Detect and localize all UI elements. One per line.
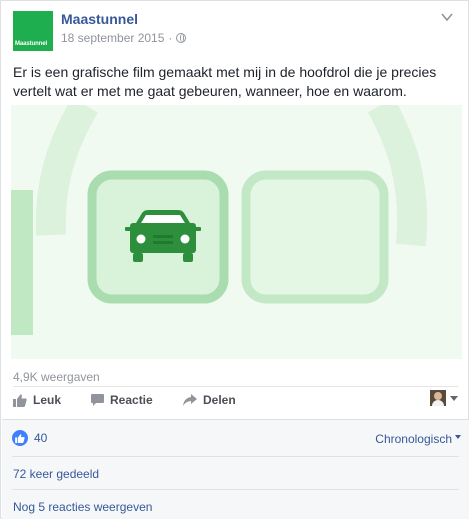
page-logo[interactable]: Maastunnel bbox=[13, 11, 53, 51]
globe-icon[interactable] bbox=[176, 33, 187, 43]
like-count: 40 bbox=[34, 431, 48, 445]
post-text: Er is een grafische film gemaakt met mij… bbox=[13, 64, 437, 99]
action-bar: Leuk Reactie Delen bbox=[13, 389, 458, 413]
comment-icon bbox=[91, 394, 104, 406]
divider bbox=[12, 456, 459, 457]
post-card: Maastunnel Maastunnel 18 september 2015 … bbox=[0, 0, 469, 519]
caret-down-icon bbox=[450, 395, 458, 401]
like-badge-icon bbox=[12, 430, 28, 446]
chevron-down-icon bbox=[455, 435, 461, 439]
comment-sort-dropdown[interactable]: Chronologisch bbox=[375, 432, 461, 446]
thumbs-up-icon bbox=[13, 394, 27, 407]
reactions-summary[interactable]: 40 bbox=[12, 430, 47, 446]
page-logo-text: Maastunnel bbox=[15, 41, 48, 47]
post-meta: 18 september 2015 · bbox=[61, 31, 187, 45]
tunnel-wall-left bbox=[11, 190, 33, 335]
shares-link[interactable]: 72 keer gedeeld bbox=[13, 467, 99, 481]
video-frame bbox=[11, 105, 462, 359]
like-button[interactable]: Leuk bbox=[13, 393, 61, 407]
share-button[interactable]: Delen bbox=[183, 393, 236, 407]
divider bbox=[12, 489, 459, 490]
like-label: Leuk bbox=[33, 393, 62, 407]
share-arrow-icon bbox=[183, 394, 197, 406]
post-header: Maastunnel Maastunnel 18 september 2015 … bbox=[11, 9, 460, 51]
post-date[interactable]: 18 september 2015 bbox=[61, 31, 164, 45]
sort-label: Chronologisch bbox=[375, 432, 452, 446]
chevron-down-icon[interactable] bbox=[440, 11, 454, 23]
tunnel-tube-right bbox=[241, 170, 389, 304]
page-name-link[interactable]: Maastunnel bbox=[61, 11, 138, 27]
view-count: 4,9K weergaven bbox=[13, 370, 100, 384]
share-label: Delen bbox=[203, 393, 236, 407]
post-footer: 40 Chronologisch 72 keer gedeeld Nog 5 r… bbox=[2, 419, 469, 519]
meta-separator: · bbox=[168, 31, 173, 45]
more-comments-link[interactable]: Nog 5 reacties weergeven bbox=[13, 500, 152, 514]
video-player[interactable] bbox=[11, 105, 462, 359]
avatar bbox=[430, 390, 446, 406]
comment-button[interactable]: Reactie bbox=[91, 393, 153, 407]
audience-selector[interactable] bbox=[430, 390, 458, 406]
divider bbox=[13, 386, 458, 387]
comment-label: Reactie bbox=[110, 393, 153, 407]
